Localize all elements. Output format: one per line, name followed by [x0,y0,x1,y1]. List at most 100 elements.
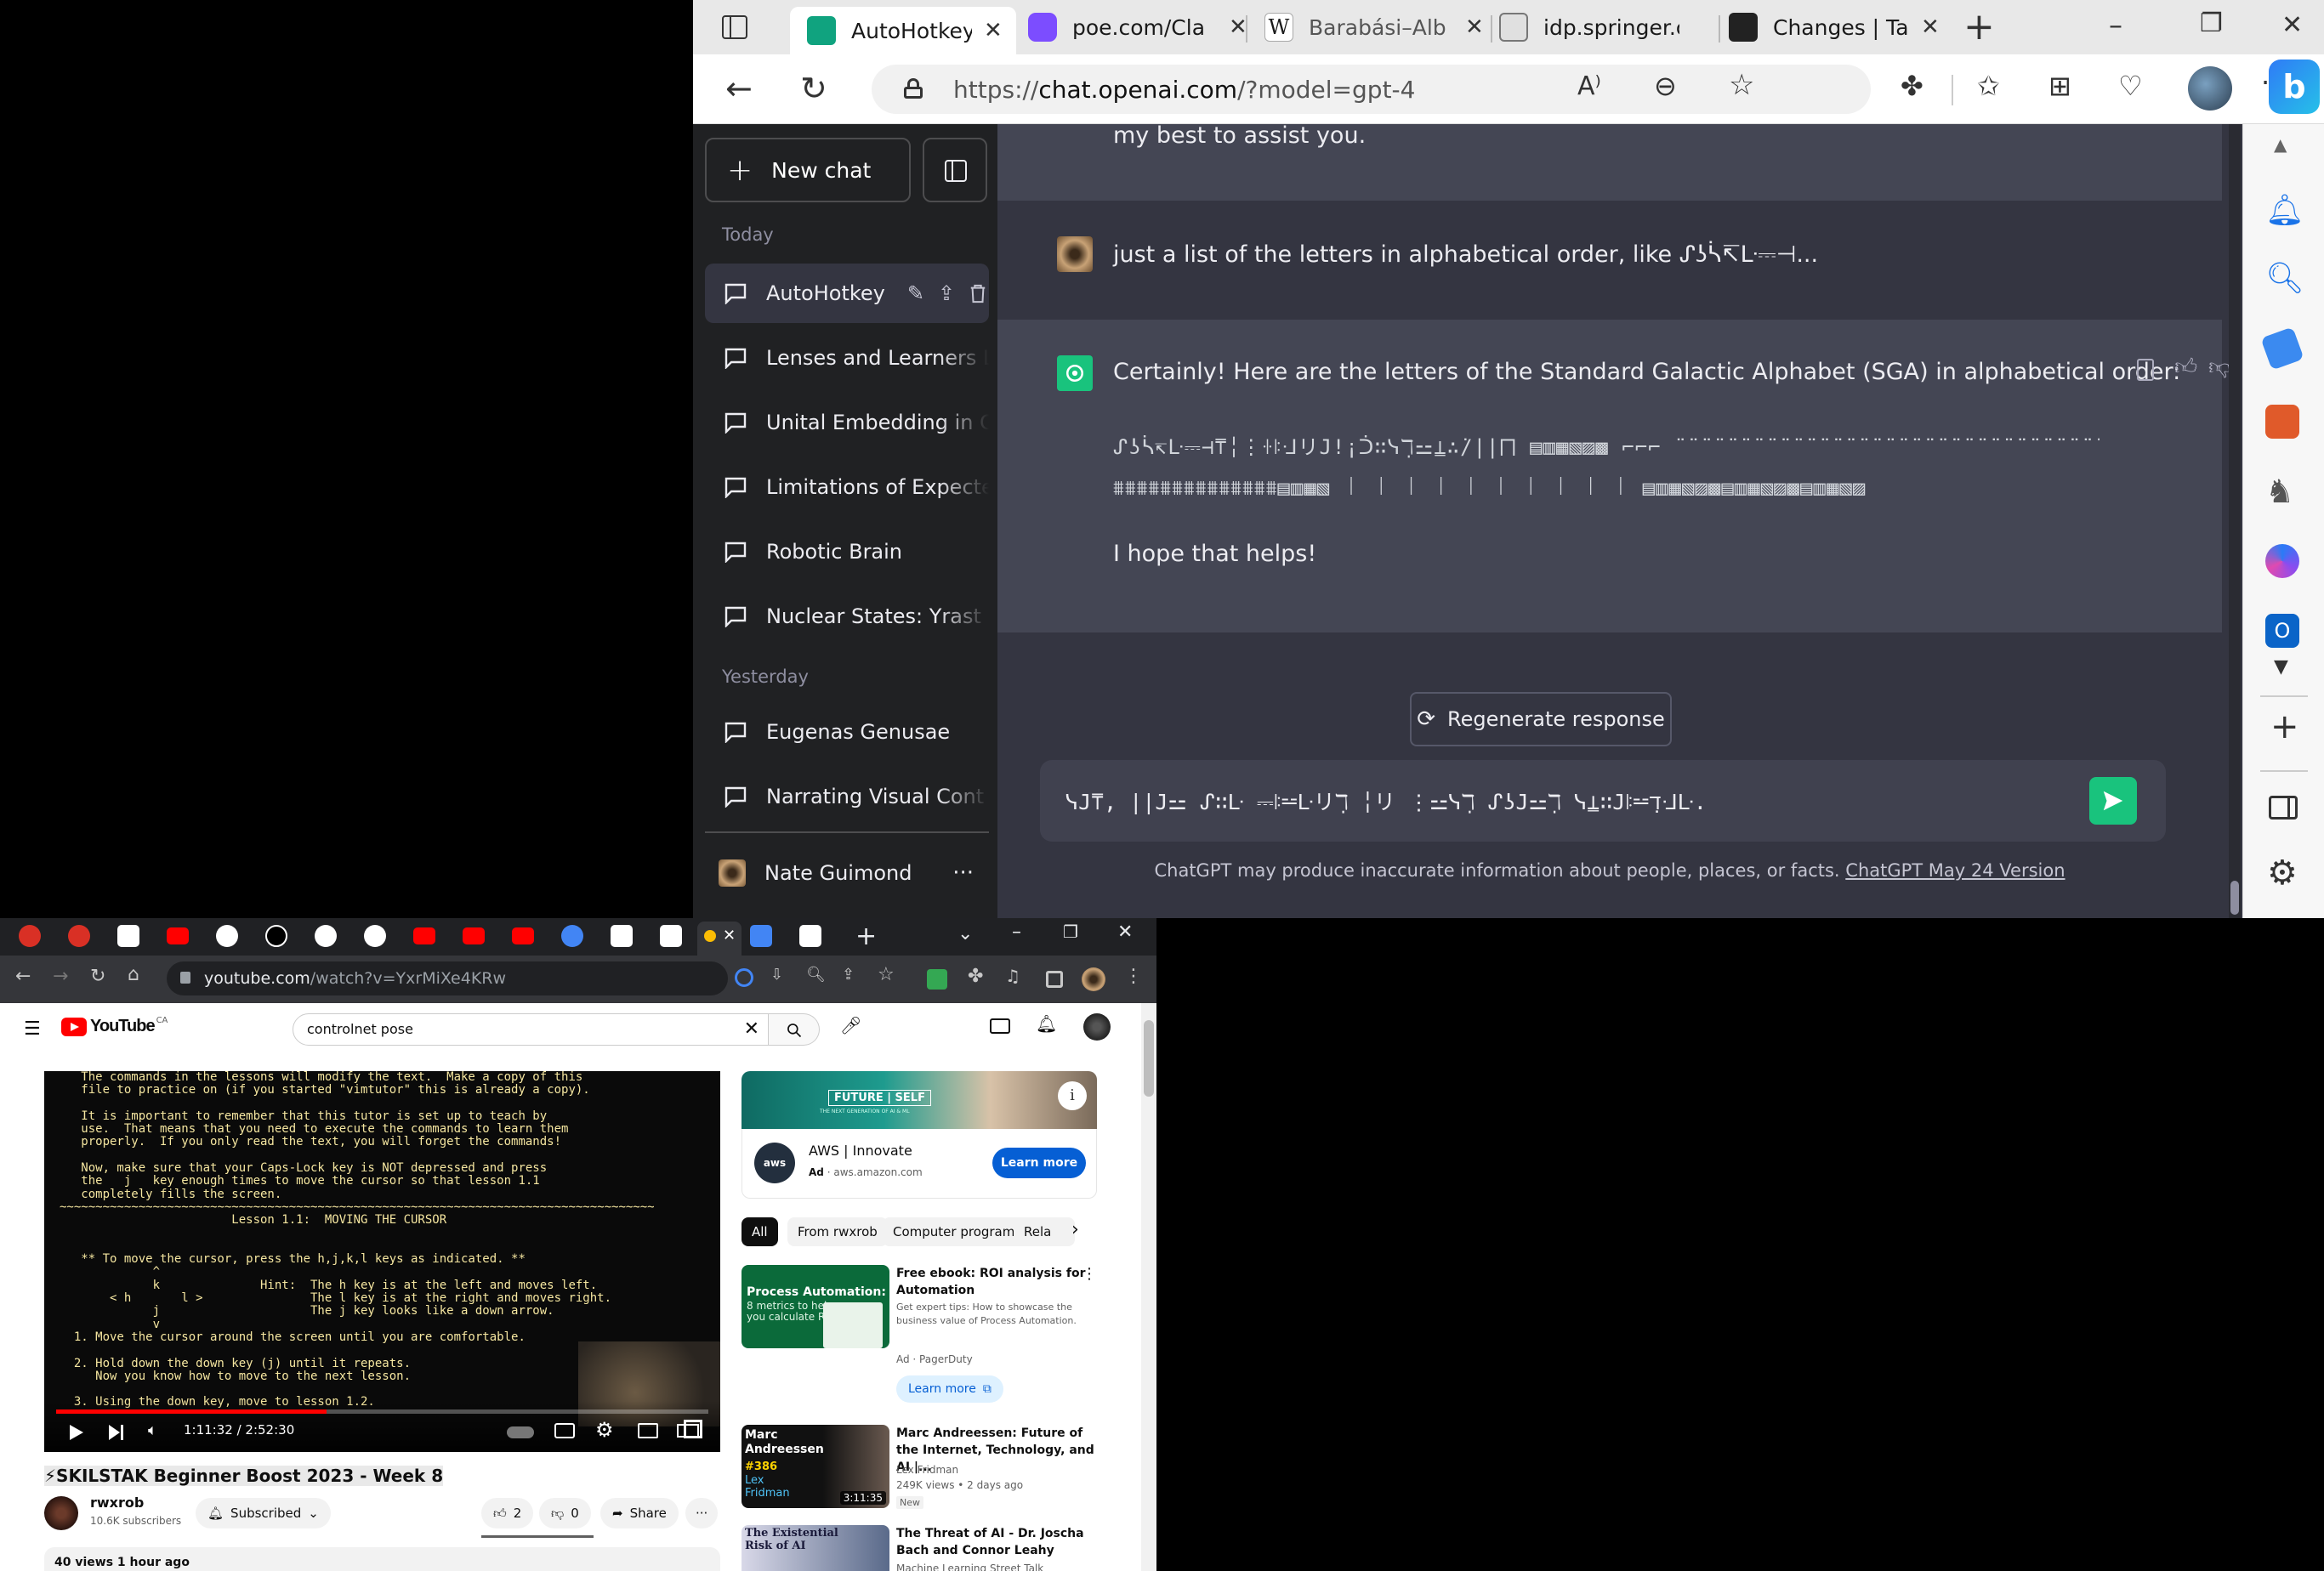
google-favicon-icon[interactable] [315,925,337,947]
user-more-icon[interactable]: ··· [952,860,974,886]
progress-bar[interactable] [56,1409,708,1414]
more-menu-icon[interactable]: ⋮ [1124,966,1143,987]
chip-related[interactable]: Rela [1014,1217,1075,1246]
address-bar[interactable]: youtube.com/watch?v=YxrMiXe4KRw [167,961,753,995]
page-scrollbar[interactable] [1141,1003,1156,1571]
autoplay-toggle[interactable] [507,1426,534,1438]
tab-favicon[interactable] [19,925,41,947]
close-tab-icon[interactable]: ✕ [1465,14,1484,40]
chat-item[interactable]: Eugenas Genusae [705,702,989,762]
rec-thumbnail[interactable]: Process Automation: 8 metrics to help yo… [742,1265,889,1348]
google-favicon-icon[interactable] [216,925,238,947]
microsoft365-icon[interactable] [2265,544,2299,578]
hide-sidebar-icon[interactable] [2269,796,2298,820]
tab-favicon[interactable] [660,925,682,947]
tab-search-icon[interactable]: ⌄ [957,923,973,944]
close-tab-icon[interactable]: ✕ [1921,14,1940,40]
channel-name[interactable]: rwxrob [90,1494,144,1511]
tab-barabasi[interactable]: W Barabási–Alb ✕ [1264,7,1494,48]
send-button[interactable] [2089,777,2137,825]
rec-channel[interactable]: Lex Fridman [896,1462,958,1477]
video-player[interactable]: The commands in the lessons will modify … [44,1071,720,1452]
youtube-favicon-icon[interactable] [167,927,189,944]
share-icon[interactable]: ⇪ [938,281,955,305]
refresh-icon[interactable]: ↻ [800,70,827,107]
profile-avatar[interactable] [1082,967,1105,991]
lock-icon[interactable] [904,78,923,99]
info-icon[interactable]: i [1058,1081,1087,1110]
google-favicon-icon[interactable] [364,925,386,947]
share-icon[interactable]: ⇪ [842,966,855,984]
rec-channel[interactable]: Machine Learning Street Talk [896,1561,1043,1571]
miniplayer-icon[interactable] [638,1423,658,1438]
close-tab-icon[interactable]: ✕ [984,18,1003,43]
read-aloud-icon[interactable]: A⁾ [1577,71,1601,101]
search-input[interactable]: controlnet pose ✕ [293,1013,769,1046]
more-actions-button[interactable]: ··· [685,1498,719,1528]
lock-icon[interactable] [180,972,190,984]
trash-icon[interactable] [969,283,987,303]
forward-icon[interactable]: → [53,966,68,987]
close-tab-icon[interactable]: ✕ [1229,14,1247,40]
medium-favicon-icon[interactable] [265,925,287,947]
hamburger-menu-icon[interactable]: ☰ [24,1018,41,1040]
chip-from-channel[interactable]: From rwxrob [787,1217,888,1246]
refresh-icon[interactable]: ↻ [90,966,105,987]
tab-favicon[interactable] [750,925,772,947]
new-tab-button[interactable]: + [855,922,877,951]
notifications-icon[interactable]: 🔔︎ [1036,1013,1057,1034]
user-menu[interactable]: Nate Guimond ··· [705,843,989,903]
favorites-icon[interactable]: ✩ [1977,70,2000,102]
chip-all[interactable]: All [742,1217,778,1246]
tab-changes[interactable]: Changes | Tar ✕ [1729,7,1952,48]
close-window-button[interactable]: ✕ [1117,922,1133,943]
thumbs-down-icon[interactable]: 👎︎ [2208,354,2230,380]
tab-favicon[interactable] [561,925,583,947]
copy-icon[interactable] [2137,359,2154,381]
like-button[interactable]: 👍︎ 2 [481,1498,534,1528]
outlook-icon[interactable]: O [2265,614,2299,648]
ad-card[interactable]: aws AWS | Innovate Ad · aws.amazon.com L… [742,1129,1097,1199]
wikipedia-favicon-icon[interactable] [117,925,139,947]
fullscreen-icon[interactable] [684,1420,702,1438]
search-button[interactable] [769,1013,820,1046]
ad-learn-more-button[interactable]: Learn more [992,1148,1086,1178]
profile-avatar[interactable] [2188,66,2232,111]
wikipedia-favicon-icon[interactable] [799,925,821,947]
tab-poe[interactable]: poe.com/Cla ✕ [1028,7,1249,48]
thumbs-up-icon[interactable]: 👍︎ [2174,354,2197,380]
scroll-up-icon[interactable]: ▲ [2274,134,2287,155]
rec-more-icon[interactable]: ⋮ [1082,1265,1097,1283]
chip-computer-program[interactable]: Computer program [883,1217,1026,1246]
rec-title[interactable]: Free ebook: ROI analysis for Automation [896,1265,1097,1299]
minimize-button[interactable]: – [2109,9,2122,41]
chat-item[interactable]: Robotic Brain [705,522,989,581]
edit-icon[interactable]: ✎ [907,281,924,305]
collections-icon[interactable]: ⊞ [2048,70,2071,102]
extensions-icon[interactable]: ✤ [1901,70,1923,102]
dislike-button[interactable]: 👎︎ 0 [539,1498,591,1528]
description-box[interactable]: 40 views 1 hour ago [44,1547,720,1571]
tab-autohotkey[interactable]: AutoHotkey I ✕ [790,7,1016,54]
add-sidebar-item-icon[interactable]: + [2270,707,2299,746]
google-lens-icon[interactable] [735,968,753,987]
tab-favicon[interactable] [611,925,633,947]
regenerate-response-button[interactable]: ⟳ Regenerate response [1410,692,1672,746]
install-icon[interactable]: ⇩ [770,966,783,984]
zoom-icon[interactable]: 🔍︎ [806,966,826,984]
chat-scrollbar[interactable] [2229,124,2241,918]
extensions-puzzle-icon[interactable]: ✤ [968,966,983,987]
rec-thumbnail[interactable]: The Existential Risk of AI [742,1525,889,1571]
ad-banner[interactable]: FUTURE | SELF THE NEXT GENERATION OF AI … [742,1071,1097,1129]
games-icon[interactable]: ♞ [2265,473,2299,510]
sidebar-toggle-button[interactable] [923,138,987,202]
new-chat-button[interactable]: + New chat [705,138,911,202]
volume-icon[interactable]: 🔈︎ [148,1421,157,1439]
back-icon[interactable]: ← [15,966,31,987]
active-tab[interactable]: ✕ [697,922,742,956]
tab-springer[interactable]: idp.springer.c [1499,7,1722,48]
captions-icon[interactable] [554,1423,575,1438]
zoom-out-icon[interactable]: ⊖ [1654,70,1677,102]
microphone-icon[interactable]: 🎤︎ [840,1015,861,1035]
notifications-icon[interactable]: 🔔︎ [2265,192,2304,228]
